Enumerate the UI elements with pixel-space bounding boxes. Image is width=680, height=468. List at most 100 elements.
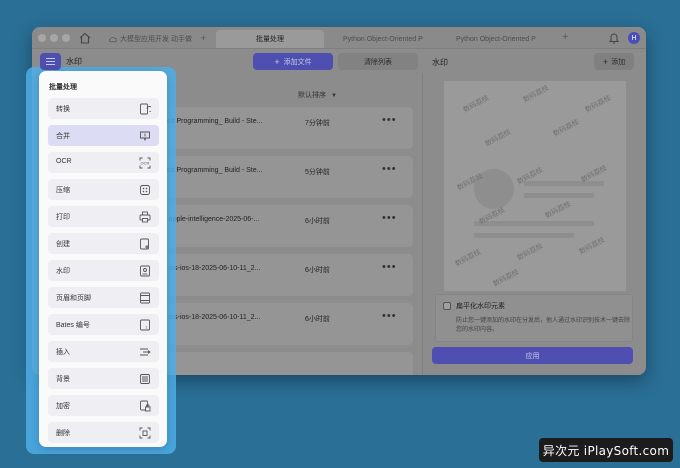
more-icon[interactable]: ••• xyxy=(382,163,397,175)
svg-text:OCR: OCR xyxy=(141,161,150,166)
watermark-preview: 数码荔枝 数码荔枝 数码荔枝 数码荔枝 数码荔枝 数码荔枝 数码荔枝 数码荔枝 … xyxy=(444,81,626,291)
sort-label: 默认排序 xyxy=(298,92,326,99)
file-time: 6小时前 xyxy=(305,267,330,274)
preview-line xyxy=(474,221,594,226)
insert-icon xyxy=(140,348,151,356)
menu-item-encrypt[interactable]: 加密 xyxy=(48,395,159,416)
file-time: 7分钟前 xyxy=(305,120,330,127)
add-files-button[interactable]: + 添加文件 xyxy=(253,53,333,70)
panel-divider xyxy=(422,73,423,375)
watermark-text: 数码荔枝 xyxy=(492,268,521,289)
menu-item-label: 压缩 xyxy=(56,187,70,194)
create-icon xyxy=(140,238,149,250)
file-row[interactable] xyxy=(157,352,413,375)
add-files-label: 添加文件 xyxy=(283,58,312,66)
menu-item-watermark[interactable]: 水印 xyxy=(48,260,159,281)
menu-item-compress[interactable]: 压缩 xyxy=(48,179,159,200)
file-row[interactable]: ple-ios-ios-18-2025-06-10-11_2... 6小时前 •… xyxy=(157,303,413,345)
ocr-icon: OCR xyxy=(139,157,151,169)
watermark-text: 数码荔枝 xyxy=(522,84,551,105)
watermark-text: 数码荔枝 xyxy=(552,118,581,139)
tab-1[interactable]: 批量处理 xyxy=(216,30,324,48)
svg-text:1: 1 xyxy=(145,325,148,330)
menu-item-background[interactable]: 背景 xyxy=(48,368,159,389)
menu-item-ocr[interactable]: OCR OCR xyxy=(48,152,159,173)
bell-icon[interactable] xyxy=(608,31,620,45)
flatten-option-description: 防止您一键添加的水印在分发后，他人通过水印识别技术一键去除您的水印内容。 xyxy=(456,318,631,333)
close-window-button[interactable] xyxy=(38,34,46,42)
clear-list-button[interactable]: 清除列表 xyxy=(338,53,418,70)
more-icon[interactable]: ••• xyxy=(382,212,397,224)
menu-item-label: 背景 xyxy=(56,376,70,383)
plus-icon: + xyxy=(602,56,609,67)
zoom-window-button[interactable] xyxy=(62,34,70,42)
avatar[interactable]: H xyxy=(628,32,640,44)
preview-line xyxy=(524,181,604,186)
menu-item-label: OCR xyxy=(56,158,72,165)
menu-item-label: 转换 xyxy=(56,106,70,113)
add-watermark-label: 添加 xyxy=(611,58,626,66)
tab-close-icon[interactable]: + xyxy=(201,33,206,43)
file-time: 5分钟前 xyxy=(305,169,330,176)
menu-button[interactable] xyxy=(40,53,61,70)
preview-line xyxy=(474,233,574,238)
brand-badge: 异次元 iPlaySoft.com xyxy=(539,438,673,462)
menu-item-bates[interactable]: Bates 编号 1 xyxy=(48,314,159,335)
menu-item-delete[interactable]: 删除 xyxy=(48,422,159,443)
print-icon xyxy=(139,211,151,223)
flatten-checkbox[interactable] xyxy=(443,302,451,310)
file-row[interactable]: ple-ios-ios-18-2025-06-10-11_2... 6小时前 •… xyxy=(157,254,413,296)
watermark-text: 数码荔枝 xyxy=(454,248,483,269)
watermark-text: 数码荔枝 xyxy=(544,200,573,221)
batch-panel: 批量处理 转换 合并 OCR OCR 压缩 打印 创建 水印 页眉和页脚 Bat… xyxy=(39,71,167,447)
bates-icon: 1 xyxy=(140,319,150,331)
home-icon[interactable] xyxy=(78,31,92,45)
new-tab-button[interactable]: + xyxy=(562,31,568,43)
encrypt-icon xyxy=(140,400,151,412)
watermark-icon xyxy=(140,265,150,277)
watermark-text: 数码荔枝 xyxy=(578,236,607,257)
convert-icon xyxy=(140,103,151,115)
watermark-text: 数码荔枝 xyxy=(484,128,513,149)
tab-2[interactable]: Python Object-Oriented P xyxy=(337,30,445,48)
menu-item-insert[interactable]: 插入 xyxy=(48,341,159,362)
menu-item-merge[interactable]: 合并 xyxy=(48,125,159,146)
minimize-window-button[interactable] xyxy=(50,34,58,42)
watermark-text: 数码荔枝 xyxy=(516,242,545,263)
header-footer-icon xyxy=(140,292,150,304)
menu-item-label: 插入 xyxy=(56,349,70,356)
more-icon[interactable]: ••• xyxy=(382,310,397,322)
menu-item-header-footer[interactable]: 页眉和页脚 xyxy=(48,287,159,308)
menu-item-convert[interactable]: 转换 xyxy=(48,98,159,119)
menu-item-print[interactable]: 打印 xyxy=(48,206,159,227)
delete-icon xyxy=(139,427,151,439)
flatten-option-panel: 扁平化水印元素 防止您一键添加的水印在分发后，他人通过水印识别技术一键去除您的水… xyxy=(435,294,633,342)
menu-item-label: 加密 xyxy=(56,403,70,410)
more-icon[interactable]: ••• xyxy=(382,114,397,126)
apply-button[interactable]: 应用 xyxy=(432,347,633,364)
add-watermark-button[interactable]: + 添加 xyxy=(594,53,634,70)
tab-0[interactable]: 大模型应用开发 动手做 + xyxy=(102,30,210,48)
more-icon[interactable]: ••• xyxy=(382,261,397,273)
app-label: 水印 xyxy=(66,57,82,66)
tab-3[interactable]: Python Object-Oriented P xyxy=(450,30,558,48)
file-time: 6小时前 xyxy=(305,218,330,225)
file-row[interactable]: ented Programming_ Build - Ste... 7分钟前 •… xyxy=(157,107,413,149)
chevron-down-icon: ▼ xyxy=(330,93,337,99)
title-bar: 大模型应用开发 动手做 + 批量处理 Python Object-Oriente… xyxy=(32,27,646,49)
sort-dropdown[interactable]: 默认排序 ▼ xyxy=(298,90,337,100)
watermark-text: 数码荔枝 xyxy=(584,94,613,115)
menu-item-label: 合并 xyxy=(56,133,70,140)
menu-item-label: 页眉和页脚 xyxy=(56,295,91,302)
cloud-icon xyxy=(108,36,117,42)
compress-icon xyxy=(140,185,150,195)
preview-line xyxy=(524,193,594,198)
file-row[interactable]: ented Programming_ Build - Ste... 5分钟前 •… xyxy=(157,156,413,198)
menu-item-label: 打印 xyxy=(56,214,70,221)
menu-item-label: 删除 xyxy=(56,430,70,437)
tab-2-label: Python Object-Oriented P xyxy=(343,35,423,43)
file-time: 6小时前 xyxy=(305,316,330,323)
background-icon xyxy=(140,374,150,384)
file-row[interactable]: ple-apple-intelligence-2025-06-... 6小时前 … xyxy=(157,205,413,247)
menu-item-create[interactable]: 创建 xyxy=(48,233,159,254)
